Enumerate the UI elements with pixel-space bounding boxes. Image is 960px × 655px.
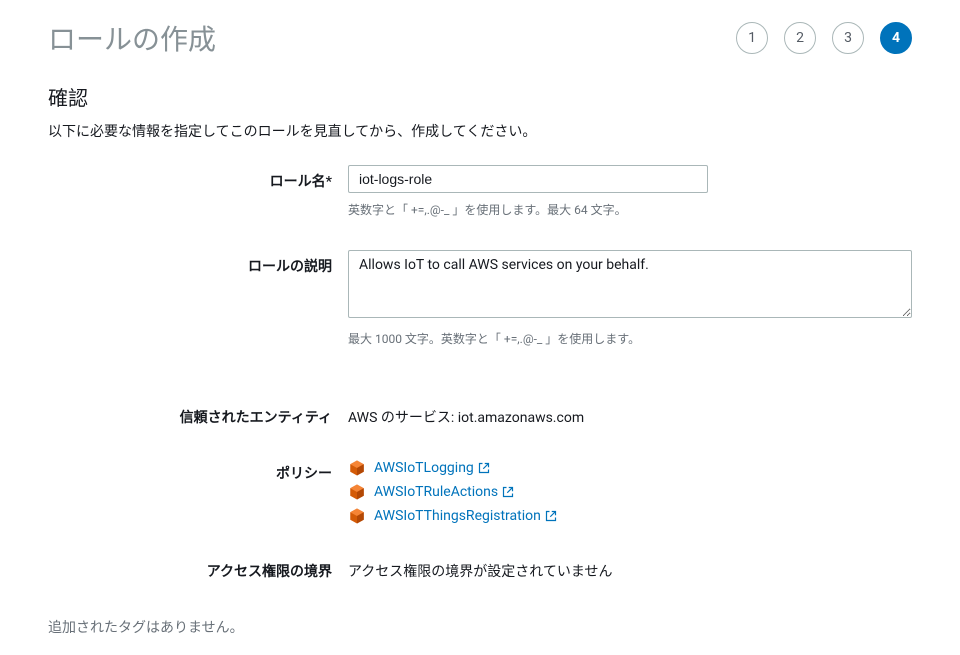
wizard-steps: 1 2 3 4 bbox=[736, 22, 912, 54]
role-name-hint: 英数字と「 +=,.@-_ 」を使用します。最大 64 文字。 bbox=[348, 201, 768, 218]
role-name-label: ロール名* bbox=[48, 165, 348, 191]
external-link-icon bbox=[545, 510, 557, 522]
step-3[interactable]: 3 bbox=[832, 22, 864, 54]
policy-name: AWSIoTThingsRegistration bbox=[374, 508, 541, 524]
step-4[interactable]: 4 bbox=[880, 22, 912, 54]
policy-item: AWSIoTLogging bbox=[348, 459, 768, 477]
policy-list: AWSIoTLogging AWSIoTRuleActions AWSIoTTh… bbox=[348, 457, 768, 525]
section-title: 確認 bbox=[48, 82, 912, 111]
trusted-entities-label: 信頼されたエンティティ bbox=[48, 401, 348, 427]
permissions-boundary-label: アクセス権限の境界 bbox=[48, 555, 348, 581]
policy-link[interactable]: AWSIoTThingsRegistration bbox=[374, 508, 557, 524]
trusted-entities-value: AWS のサービス: iot.amazonaws.com bbox=[348, 401, 768, 427]
policy-cube-icon bbox=[348, 483, 366, 501]
policy-cube-icon bbox=[348, 459, 366, 477]
no-tags-note: 追加されたタグはありません。 bbox=[48, 617, 912, 637]
policy-link[interactable]: AWSIoTLogging bbox=[374, 460, 490, 476]
step-2[interactable]: 2 bbox=[784, 22, 816, 54]
policy-name: AWSIoTLogging bbox=[374, 460, 474, 476]
step-1[interactable]: 1 bbox=[736, 22, 768, 54]
policy-cube-icon bbox=[348, 507, 366, 525]
policy-item: AWSIoTThingsRegistration bbox=[348, 507, 768, 525]
role-description-input[interactable]: Allows IoT to call AWS services on your … bbox=[348, 250, 912, 318]
role-description-hint: 最大 1000 文字。英数字と「 +=,.@-_ 」を使用します。 bbox=[348, 330, 912, 347]
role-name-input[interactable] bbox=[348, 165, 708, 193]
policy-link[interactable]: AWSIoTRuleActions bbox=[374, 484, 514, 500]
external-link-icon bbox=[502, 486, 514, 498]
external-link-icon bbox=[478, 462, 490, 474]
page-title: ロールの作成 bbox=[48, 18, 216, 58]
section-description: 以下に必要な情報を指定してこのロールを見直してから、作成してください。 bbox=[48, 121, 912, 141]
permissions-boundary-value: アクセス権限の境界が設定されていません bbox=[348, 555, 768, 581]
policy-item: AWSIoTRuleActions bbox=[348, 483, 768, 501]
policy-name: AWSIoTRuleActions bbox=[374, 484, 498, 500]
policies-label: ポリシー bbox=[48, 457, 348, 483]
role-description-label: ロールの説明 bbox=[48, 250, 348, 276]
